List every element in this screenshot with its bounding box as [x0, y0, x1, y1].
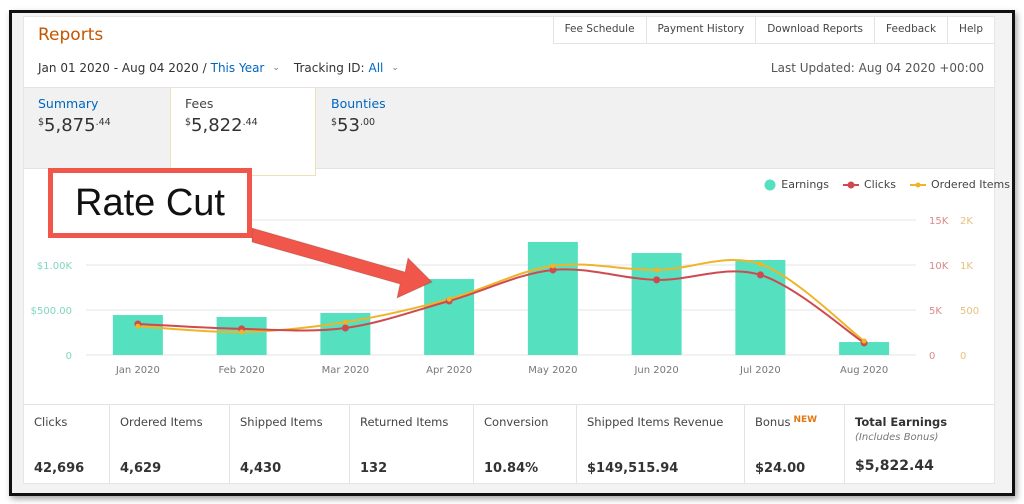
earnings-dot-icon [764, 179, 776, 190]
x-axis-tick: Mar 2020 [322, 365, 370, 376]
earnings-bar [424, 279, 475, 355]
right-axis-clicks-tick: 15K [929, 216, 949, 227]
ordered-items-point [861, 338, 867, 344]
clicks-point [653, 276, 661, 284]
legend-earnings[interactable]: Earnings [764, 178, 829, 191]
legend-ordered-items[interactable]: Ordered Items [909, 178, 1010, 191]
left-axis-tick: $500.00 [31, 306, 72, 317]
arrow-shape [251, 227, 433, 299]
x-axis-tick: May 2020 [528, 365, 577, 376]
rate-cut-arrow [251, 227, 433, 299]
rate-cut-callout: Rate Cut [48, 168, 252, 238]
legend-label: Clicks [864, 178, 896, 191]
x-axis-tick: Jan 2020 [115, 365, 160, 376]
right-axis-ordered-tick: 1K [960, 261, 973, 272]
legend-clicks[interactable]: Clicks [843, 178, 896, 191]
legend-label: Earnings [781, 178, 829, 191]
legend-label: Ordered Items [930, 178, 1010, 191]
x-axis-tick: Feb 2020 [218, 365, 264, 376]
right-axis-ordered-tick: 500 [960, 306, 979, 317]
left-axis-tick: 0 [66, 351, 72, 362]
right-axis-ordered-tick: 0 [960, 351, 966, 362]
x-axis-tick: Jun 2020 [633, 365, 678, 376]
clicks-point [756, 271, 764, 279]
ordered-items-point [550, 263, 556, 269]
clicks-point [341, 324, 349, 332]
chart-legend: Earnings Clicks Ordered Items [764, 178, 1010, 191]
ordered-items-point [654, 267, 660, 273]
earnings-chart: 0$500.00$1.00K$05K10K15K05001K2KJan 2020… [31, 216, 979, 376]
ordered-items-point [342, 319, 348, 325]
ordered-items-line-icon [909, 182, 926, 187]
x-axis-tick: Jul 2020 [739, 365, 781, 376]
ordered-items-point [757, 261, 763, 267]
clicks-line-icon [843, 181, 859, 188]
right-axis-clicks-tick: 5K [929, 306, 942, 317]
x-axis-tick: Aug 2020 [840, 365, 888, 376]
x-axis-tick: Apr 2020 [426, 365, 472, 376]
left-axis-tick: $1.00K [37, 261, 73, 272]
ordered-items-point [239, 329, 245, 335]
ordered-items-point [446, 296, 452, 302]
ordered-items-point [135, 323, 141, 329]
earnings-bar [527, 241, 578, 355]
earnings-bar [216, 317, 267, 355]
right-axis-ordered-tick: 2K [960, 216, 973, 227]
right-axis-clicks-tick: 0 [929, 351, 935, 362]
right-axis-clicks-tick: 10K [929, 261, 949, 272]
